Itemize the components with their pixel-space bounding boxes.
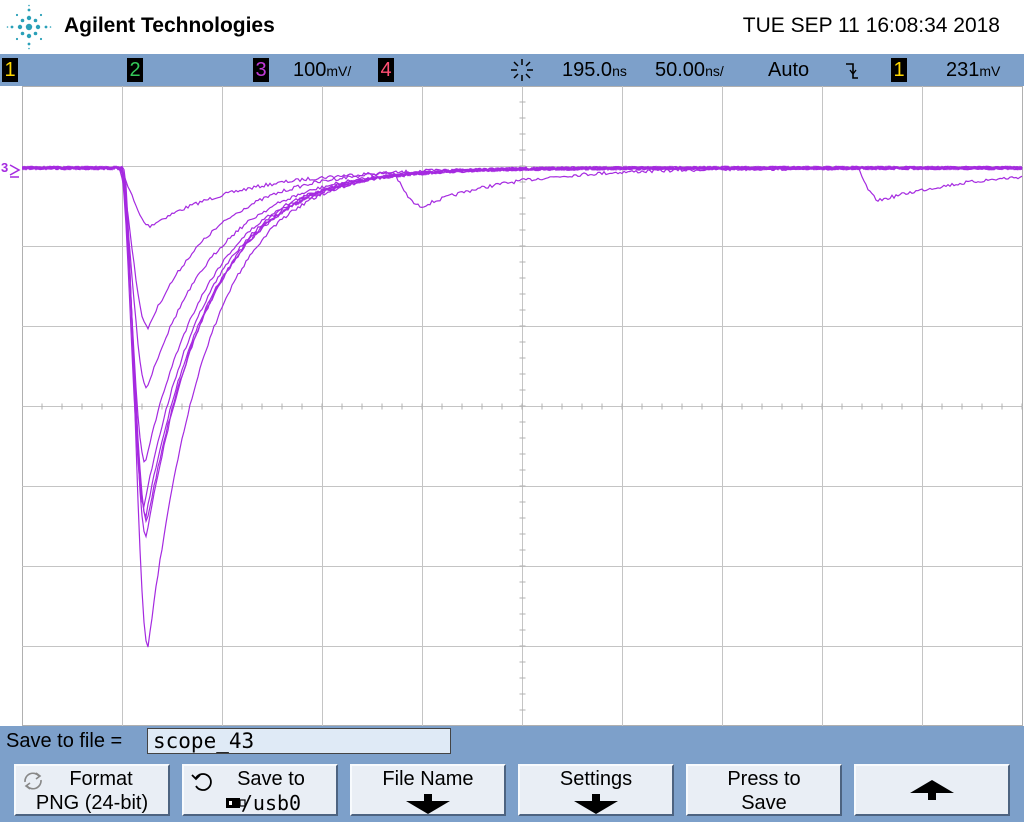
status-bar: 1 2 3 100mV/ 4 195.0ns 50.00ns/ Auto 1 2… <box>0 54 1024 86</box>
channel-1-badge[interactable]: 1 <box>2 58 18 82</box>
press-to-save-softkey[interactable]: Press to Save <box>686 764 842 816</box>
time-delay: 195.0ns <box>562 59 627 81</box>
filename-input[interactable] <box>147 728 451 754</box>
format-softkey[interactable]: Format PNG (24-bit) <box>14 764 170 816</box>
agilent-spark-icon <box>6 4 52 50</box>
menu-up-softkey[interactable] <box>854 764 1010 816</box>
ground-arrow-icon <box>9 164 21 178</box>
trigger-channel-badge[interactable]: 1 <box>891 58 907 82</box>
save-to-file-label: Save to file = <box>6 730 123 752</box>
falling-edge-icon <box>846 63 858 79</box>
save-to-softkey[interactable]: Save to /usb0 <box>182 764 338 816</box>
usb-drive-icon <box>226 798 246 808</box>
arrow-up-icon <box>910 780 954 800</box>
channel-2-badge[interactable]: 2 <box>127 58 143 82</box>
waveform-display[interactable] <box>22 86 1023 726</box>
channel-4-badge[interactable]: 4 <box>378 58 394 82</box>
file-name-label: File Name <box>382 768 474 790</box>
file-name-softkey[interactable]: File Name <box>350 764 506 816</box>
settings-label: Settings <box>559 768 633 790</box>
acquisition-run-icon <box>511 59 533 81</box>
waveform-graticule <box>22 86 1023 726</box>
save-to-label: Save to <box>237 768 305 790</box>
arrow-down-icon <box>406 794 450 814</box>
header-bar: Agilent Technologies TUE SEP 11 16:08:34… <box>0 0 1024 54</box>
date-time: TUE SEP 11 16:08:34 2018 <box>742 14 1000 37</box>
format-label: Format <box>69 768 133 790</box>
format-value: PNG (24-bit) <box>35 792 149 814</box>
press-to-save-line1: Press to <box>727 768 801 790</box>
channel-3-scale: 100mV/ <box>293 59 352 81</box>
save-to-value: /usb0 <box>240 791 302 815</box>
brand-name: Agilent Technologies <box>64 14 275 37</box>
softkey-panel: Save to file = Format PNG (24-bit) Save … <box>0 726 1024 822</box>
trigger-mode[interactable]: Auto <box>768 58 809 82</box>
press-to-save-line2: Save <box>741 792 787 814</box>
channel-3-ground-marker[interactable]: 3 <box>0 160 22 180</box>
channel-3-badge[interactable]: 3 <box>253 58 269 82</box>
settings-softkey[interactable]: Settings <box>518 764 674 816</box>
arrow-down-icon <box>574 794 618 814</box>
trigger-level: 231mV <box>946 59 1001 81</box>
time-scale: 50.00ns/ <box>655 59 724 81</box>
